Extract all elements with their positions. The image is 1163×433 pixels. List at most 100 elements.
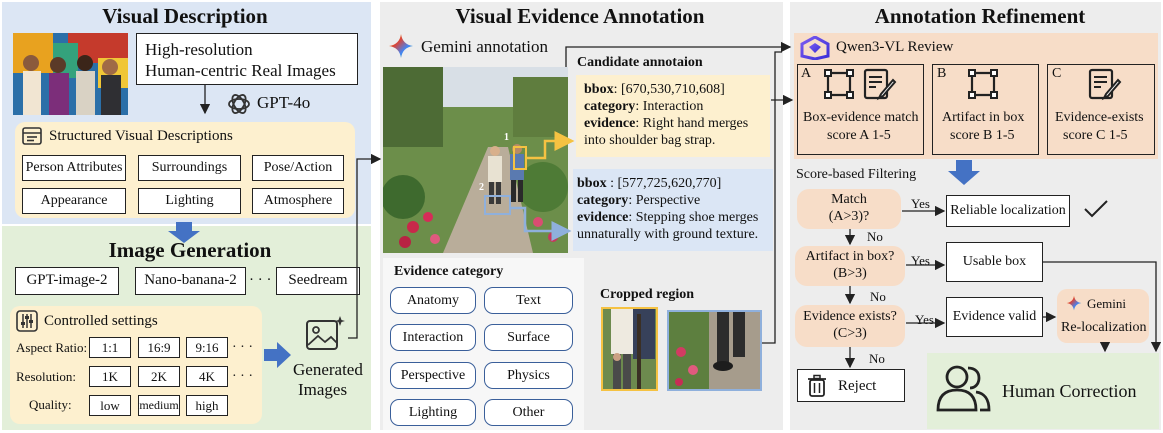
check-icon [1083,199,1109,219]
score-c-letter: C [1052,66,1062,81]
decision-evidence: Evidence exists? (C>3) [795,305,905,347]
attr-pose-action: Pose/Action [252,155,344,181]
score-a-line1: Box-evidence match [803,110,919,125]
box-select-icon [823,68,855,100]
score-b-line1: Artifact in box [942,110,1025,125]
ann1-evidence-key: evidence [584,116,636,132]
annotation-refinement-title: Annotation Refinement [874,4,1086,28]
qwen-icon [800,35,830,61]
ann2-category-key: category [577,193,629,209]
resolution-label: Resolution: [16,369,76,384]
decision-evidence-line1: Evidence exists? [803,309,897,325]
controlled-settings-title: Controlled settings [44,313,158,329]
cropped-region-title: Cropped region [600,287,694,302]
gemini-icon [388,33,414,59]
category-perspective: Perspective [390,362,476,389]
score-c-line2: score C 1-5 [1063,128,1128,143]
openai-logo-icon [226,91,252,117]
decision-artifact: Artifact in box? (B>3) [795,246,905,286]
reject-label: Reject [838,378,877,394]
yes-label-3: Yes [915,312,934,327]
model-ellipsis: · · · [249,272,272,288]
decision-evidence-line2: (C>3) [833,326,867,341]
cropped-region-1 [601,307,658,391]
ann1-category-key: category [584,99,636,115]
quality-low: low [89,395,131,416]
attr-appearance: Appearance [22,188,126,214]
score-b-letter: B [937,66,947,81]
candidate-annotation-2: bbox : [577,725,620,770] category: Persp… [573,169,773,251]
attr-lighting: Lighting [138,188,241,214]
category-other: Other [484,399,573,426]
category-interaction: Interaction [390,324,476,351]
category-lighting: Lighting [390,399,476,426]
document-edit-icon [863,68,897,101]
real-images-box: High-resolution Human-centric Real Image… [136,33,358,85]
attr-person-attributes: Person Attributes [22,155,126,181]
trash-icon [806,374,828,398]
no-label-3: No [869,351,885,366]
ann2-evidence-key: evidence [577,210,629,226]
reliable-localization-box: Reliable localization [946,195,1070,227]
aspect-1-1: 1:1 [89,337,131,358]
decision-artifact-line2: (B>3) [833,266,867,281]
ann1-evidence-line1: : Right hand merges [635,116,749,132]
list-icon [22,127,42,145]
decision-artifact-line1: Artifact in box? [805,249,895,265]
resolution-ellipsis: · · · [232,369,253,384]
category-surface: Surface [484,324,573,351]
box-select-b-icon [967,68,999,100]
resolution-2k: 2K [138,366,180,387]
score-a-line2: score A 1-5 [827,128,891,143]
category-anatomy: Anatomy [390,287,476,314]
aspect-9-16: 9:16 [186,337,228,358]
yes-label-1: Yes [911,196,930,211]
ann1-bbox-value: : [670,530,710,608] [613,82,725,97]
ann1-evidence-line2: into shoulder bag strap. [584,133,716,149]
relocalization-label: Re-localization [1061,320,1147,335]
resolution-4k: 4K [186,366,228,387]
usable-box: Usable box [946,242,1043,282]
bbox-2-marker [484,195,511,215]
aspect-16-9: 16:9 [138,337,180,358]
candidate-annotation-title: Candidate annotaion [577,55,703,70]
evidence-category-title: Evidence category [394,264,504,279]
quality-medium: medium [138,395,180,416]
evidence-valid-box: Evidence valid [946,297,1043,337]
structured-descriptions-title: Structured Visual Descriptions [49,128,233,144]
visual-evidence-title: Visual Evidence Annotation [455,4,705,28]
bbox-1-number: 1 [504,132,509,143]
bbox-1-marker [513,146,527,170]
real-images-line1: High-resolution [145,40,253,59]
sliders-icon [16,310,38,332]
qwen-review-label: Qwen3-VL Review [836,39,954,55]
decision-match-line2: (A>3)? [828,209,870,224]
attr-surroundings: Surroundings [138,155,241,181]
model-seedream: Seedream [276,267,360,295]
score-filtering-title: Score-based Filtering [796,167,917,182]
quality-high: high [186,395,228,416]
aspect-ratio-label: Aspect Ratio: [16,340,88,355]
model-nano-banana-2: Nano-banana-2 [135,267,246,295]
cropped-region-2 [667,310,762,391]
resolution-1k: 1K [89,366,131,387]
human-correction-label: Human Correction [1002,381,1137,401]
candidate-annotation-1: bbox: [670,530,710,608] category: Intera… [576,75,770,157]
score-c-line1: Evidence-exists [1055,110,1144,125]
ann2-bbox-value: : [577,725,620,770] [606,176,722,191]
category-physics: Physics [484,362,573,389]
score-a-letter: A [801,66,812,81]
score-b-line2: score B 1-5 [950,128,1015,143]
gemini-small-label: Gemini [1087,296,1126,311]
real-image-thumbnail [13,33,128,115]
ann2-bbox-key: bbox [577,176,607,191]
ann2-category-value: : Perspective [628,193,701,209]
gpt4o-label: GPT-4o [257,93,311,112]
users-icon [934,362,992,414]
gemini-annotation-label: Gemini annotation [421,37,549,56]
real-images-line2: Human-centric Real Images [145,61,336,81]
document-edit-c-icon [1088,68,1122,101]
bbox-2-number: 2 [479,182,484,193]
visual-description-title: Visual Description [102,4,268,28]
no-label-1: No [867,229,883,244]
